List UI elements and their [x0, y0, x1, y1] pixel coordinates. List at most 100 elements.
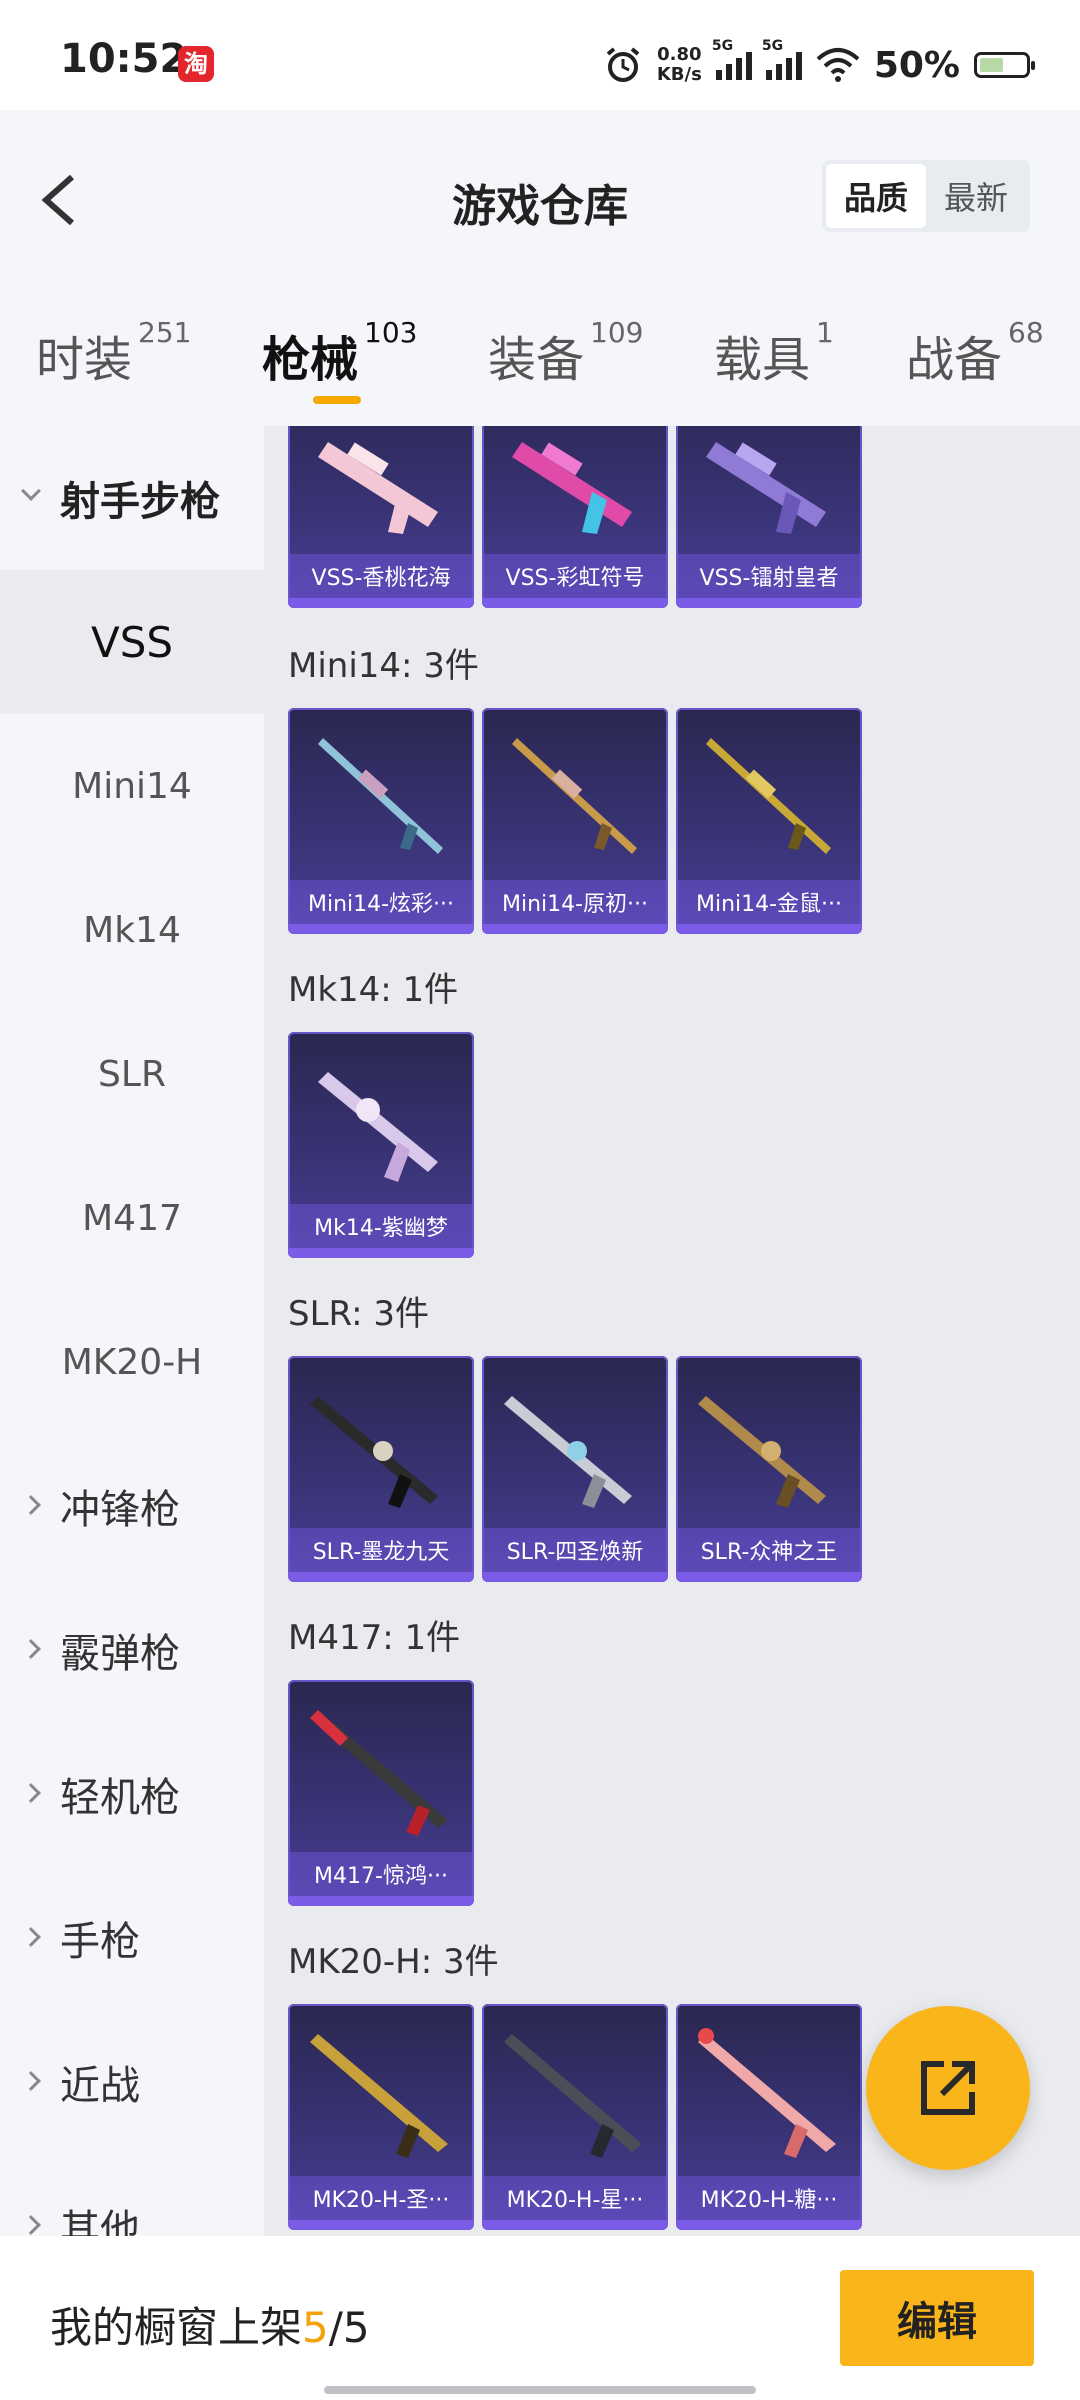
network-speed-unit: KB/s — [656, 64, 702, 85]
bottom-bar: 我的橱窗上架5/5 编辑 — [0, 2236, 1080, 2400]
status-time: 10:52 — [60, 36, 188, 82]
chevron-right-icon — [21, 2215, 41, 2235]
chevron-right-icon — [21, 1783, 41, 1803]
sidebar-group-smg[interactable]: 冲锋枪 — [0, 1434, 264, 1578]
weapon-card[interactable]: Mk14-紫幽梦 — [288, 1032, 474, 1258]
weapon-card[interactable]: Mini14-原初··· — [482, 708, 668, 934]
tab-equipment[interactable]: 装备 109 — [488, 316, 643, 390]
weapon-card[interactable]: VSS-香桃花海 — [288, 426, 474, 608]
tab-label: 时装 — [36, 332, 133, 388]
active-tab-indicator — [313, 396, 361, 404]
tab-supplies[interactable]: 战备 68 — [906, 316, 1044, 390]
weapon-card-label: SLR-四圣焕新 — [482, 1528, 668, 1572]
sidebar-group-label: 霰弹枪 — [60, 1631, 180, 1677]
weapon-card-label: VSS-彩虹符号 — [482, 554, 668, 598]
section-title: MK20-H: 3件 — [288, 1942, 499, 1982]
tab-label: 载具 — [714, 332, 811, 388]
sidebar-item-mk14[interactable]: Mk14 — [0, 858, 264, 1002]
sidebar-group-label: 轻机枪 — [60, 1775, 180, 1821]
weapon-card[interactable]: MK20-H-星··· — [482, 2004, 668, 2230]
chevron-right-icon — [21, 2071, 41, 2091]
weapon-card-label: SLR-墨龙九天 — [288, 1528, 474, 1572]
sidebar-group-lmg[interactable]: 轻机枪 — [0, 1722, 264, 1866]
sidebar-group-label: 其他 — [60, 2207, 140, 2236]
signal-label: 5G — [711, 38, 734, 54]
showcase-label: 我的橱窗上架 — [50, 2303, 303, 2352]
weapon-card[interactable]: SLR-四圣焕新 — [482, 1356, 668, 1582]
sidebar-group-melee[interactable]: 近战 — [0, 2010, 264, 2154]
weapon-card[interactable]: SLR-众神之王 — [676, 1356, 862, 1582]
showcase-current: 5 — [302, 2303, 329, 2352]
tab-guns[interactable]: 枪械 103 — [262, 316, 417, 390]
tab-label: 装备 — [488, 332, 585, 388]
sort-latest-button[interactable]: 最新 — [926, 164, 1026, 228]
sort-toggle: 品质 最新 — [822, 160, 1030, 232]
showcase-status: 我的橱窗上架5/5 — [50, 2294, 370, 2355]
weapon-card-label: MK20-H-星··· — [482, 2176, 668, 2220]
tab-count: 68 — [1008, 316, 1044, 349]
sort-quality-button[interactable]: 品质 — [826, 164, 926, 228]
weapon-grid: VSS-香桃花海 VSS-彩虹符号 VSS-镭射皇者 Mini14: 3件 Mi… — [264, 426, 1080, 2236]
section-title: Mini14: 3件 — [288, 646, 479, 686]
home-indicator[interactable] — [324, 2386, 756, 2394]
header: 游戏仓库 品质 最新 — [0, 110, 1080, 280]
signal-icon: 5G — [712, 38, 752, 80]
edit-button[interactable]: 编辑 — [840, 2270, 1034, 2366]
network-speed-value: 0.80 — [657, 44, 702, 65]
sidebar-group-label: 射手步枪 — [60, 479, 220, 525]
sidebar-group-other[interactable]: 其他 — [0, 2154, 264, 2236]
weapon-card[interactable]: VSS-镭射皇者 — [676, 426, 862, 608]
section-title: SLR: 3件 — [288, 1294, 429, 1334]
tab-count: 251 — [138, 316, 192, 349]
chevron-right-icon — [21, 1927, 41, 1947]
sidebar-group-marksman[interactable]: 射手步枪 — [0, 426, 264, 570]
chevron-down-icon — [21, 481, 41, 501]
category-tabs: 时装 251 枪械 103 装备 109 载具 1 战备 68 — [0, 280, 1080, 426]
battery-icon — [974, 52, 1035, 78]
sidebar-item-mini14[interactable]: Mini14 — [0, 714, 264, 858]
sidebar-item-m417[interactable]: M417 — [0, 1146, 264, 1290]
weapon-card[interactable]: Mini14-金鼠··· — [676, 708, 862, 934]
sidebar-group-label: 冲锋枪 — [60, 1487, 180, 1533]
weapon-card-label: Mk14-紫幽梦 — [288, 1204, 474, 1248]
sidebar-group-shotgun[interactable]: 霰弹枪 — [0, 1578, 264, 1722]
signal-label: 5G — [761, 38, 784, 54]
status-bar: 10:52 淘 0.80 KB/s 5G 5G 50% — [0, 0, 1080, 110]
taobao-notification-icon: 淘 — [178, 46, 214, 82]
chevron-right-icon — [21, 1639, 41, 1659]
battery-percent: 50% — [873, 44, 960, 86]
weapon-card-label: VSS-镭射皇者 — [676, 554, 862, 598]
weapon-card-label: SLR-众神之王 — [676, 1528, 862, 1572]
weapon-card-label: Mini14-金鼠··· — [676, 880, 862, 924]
weapon-card[interactable]: MK20-H-圣··· — [288, 2004, 474, 2230]
wifi-icon — [816, 48, 860, 82]
sidebar-item-vss[interactable]: VSS — [0, 570, 264, 714]
chevron-right-icon — [21, 1495, 41, 1515]
weapon-card[interactable]: Mini14-炫彩··· — [288, 708, 474, 934]
tab-vehicles[interactable]: 载具 1 — [714, 316, 834, 390]
sidebar-item-mk20h[interactable]: MK20-H — [0, 1290, 264, 1434]
share-icon — [921, 2061, 975, 2115]
weapon-card[interactable]: VSS-彩虹符号 — [482, 426, 668, 608]
weapon-card-label: Mini14-炫彩··· — [288, 880, 474, 924]
weapon-card-label: MK20-H-圣··· — [288, 2176, 474, 2220]
sidebar-group-pistol[interactable]: 手枪 — [0, 1866, 264, 2010]
signal-icon: 5G — [762, 38, 802, 80]
sidebar-item-slr[interactable]: SLR — [0, 1002, 264, 1146]
share-fab[interactable] — [866, 2006, 1030, 2170]
tab-fashion[interactable]: 时装 251 — [36, 316, 191, 390]
weapon-card-label: Mini14-原初··· — [482, 880, 668, 924]
weapon-card-label: VSS-香桃花海 — [288, 554, 474, 598]
weapon-card[interactable]: MK20-H-糖··· — [676, 2004, 862, 2230]
section-title: Mk14: 1件 — [288, 970, 459, 1010]
section-title: M417: 1件 — [288, 1618, 461, 1658]
sidebar: 射手步枪 VSS Mini14 Mk14 SLR M417 MK20-H 冲锋枪… — [0, 426, 264, 2236]
tab-count: 103 — [364, 316, 418, 349]
showcase-total: /5 — [328, 2303, 370, 2352]
weapon-card[interactable]: M417-惊鸿··· — [288, 1680, 474, 1906]
sidebar-group-label: 手枪 — [60, 1919, 140, 1965]
sidebar-group-label: 近战 — [60, 2063, 140, 2109]
weapon-card-label: MK20-H-糖··· — [676, 2176, 862, 2220]
weapon-card[interactable]: SLR-墨龙九天 — [288, 1356, 474, 1582]
tab-label: 战备 — [906, 332, 1003, 388]
